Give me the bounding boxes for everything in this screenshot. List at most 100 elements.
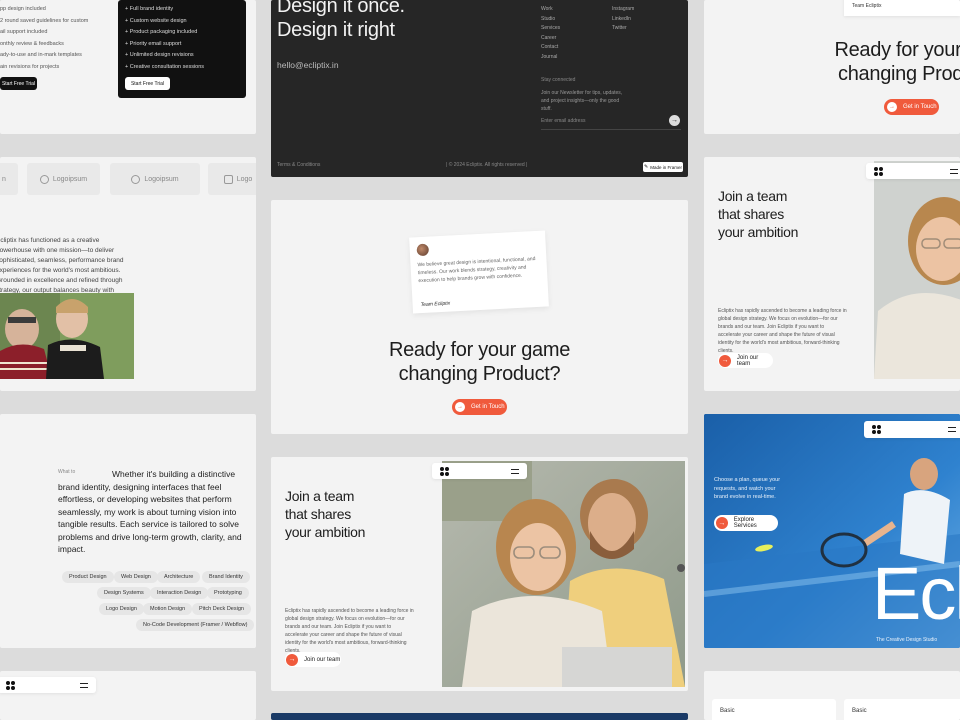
service-tag[interactable]: Prototyping [207,587,249,599]
feature-item: ain revisions for projects [0,63,60,70]
start-trial-button-basic[interactable]: Start Free Trial [0,77,37,90]
hero-card: Choose a plan, queue your requests, and … [704,414,960,648]
basic-plan-features: pp design included 2 round saved guideli… [0,4,88,73]
join-our-team-button[interactable]: → Join our team [718,353,773,368]
newsletter-text: Join our Newsletter for tips, updates, a… [541,90,623,112]
bottom-left-card [0,671,256,720]
footer-nav-link[interactable]: Contact [541,43,560,53]
feature-item: + Priority email support [125,40,182,47]
services-text: Whether it's building a distinctive bran… [58,469,242,554]
hero-big-title: Ecl [872,552,960,635]
site-navbar [866,163,960,179]
footer-social-link[interactable]: Twitter [612,24,634,34]
avatar [416,243,430,257]
join-team-card-center: Join a team that shares your ambition Ec… [271,457,688,691]
service-tag[interactable]: Interaction Design [150,587,209,599]
explore-services-button[interactable]: → Explore Services [714,515,778,531]
start-trial-button-pro[interactable]: Start Free Trial [125,77,170,90]
site-navbar [864,421,960,438]
feature-item: + Full brand identity [125,6,174,12]
footer-nav-link[interactable]: Services [541,24,560,34]
footer-nav-link[interactable]: Work [541,5,560,15]
services-card: What to Whether it's building a distinct… [0,414,256,648]
logo-icon[interactable] [872,425,881,434]
client-logo: Logo [208,163,256,195]
logoipsum-icon [39,174,49,184]
coworkers-photo [442,461,685,687]
newsletter-submit-button[interactable]: → [669,115,680,126]
bottom-pricing-card: Basic Basic [704,671,960,720]
footer-nav-link[interactable]: Journal [541,53,560,63]
join-team-headline: Join a team that shares your ambition [285,488,366,540]
get-in-touch-button[interactable]: → Get in Touch [452,399,507,415]
made-in-framer-badge[interactable]: ✎ Made in Framer [643,162,683,172]
testimonial-quote: We believe great design is intentional, … [417,256,536,285]
get-in-touch-button[interactable]: → Get in Touch [884,99,939,115]
team-signature: Team Ecliptix [852,3,882,9]
feature-item: + Custom website design [125,17,187,24]
arrow-right-icon: → [671,117,678,124]
cta-headline: Ready for your game changing Product? [388,339,571,385]
feature-item: onthly review & feedbacks [0,40,64,47]
hero-subtitle: The Creative Design Studio [876,637,938,643]
menu-icon[interactable] [511,468,519,474]
site-navbar [0,677,96,693]
service-tag[interactable]: No-Code Development (Framer / Webflow) [136,619,255,631]
woman-and-man-photo [442,461,685,687]
testimonial-signature: Team Ecliptix [420,300,451,309]
feature-item: ail support included [0,29,48,35]
join-team-body: Ecliptix has rapidly ascended to become … [718,308,847,354]
join-our-team-button[interactable]: → Join our team [285,652,341,667]
copyright-text: | © 2024 Ecliptix. All rights reserved | [446,162,528,168]
service-tag[interactable]: Motion Design [143,603,193,615]
service-tag[interactable]: Architecture [157,571,201,583]
two-men-photo [0,293,134,379]
client-logo: n [0,163,18,195]
woman-photo [874,161,960,379]
hero-text: Choose a plan, queue your requests, and … [714,477,781,500]
bottom-center-card [271,713,688,720]
service-tag[interactable]: Product Design [62,571,114,583]
footer-nav-link[interactable]: Studio [541,15,560,25]
service-tag[interactable]: Web Design [114,571,158,583]
menu-icon[interactable] [950,168,958,174]
menu-icon[interactable] [80,682,88,688]
team-note: Team Ecliptix [844,0,960,16]
logo-icon[interactable] [874,166,883,176]
framer-icon: ✎ [644,164,649,170]
logoipsum-icon [223,174,233,184]
footer-nav-link[interactable]: Career [541,34,560,44]
pro-plan-features: + Full brand identity + Custom website d… [125,4,204,73]
arrow-right-icon: → [286,653,298,666]
woman-with-glasses-photo [874,161,960,379]
service-tag[interactable]: Logo Design [99,603,144,615]
logo-icon[interactable] [6,680,15,690]
arrow-right-icon: → [887,102,897,112]
footer-nav-col-1: Work Studio Services Career Contact Jour… [541,5,560,62]
client-logo: Logoipsum [110,163,200,195]
pro-plan-panel: + Full brand identity + Custom website d… [118,0,246,98]
cta-headline: Ready for your g changing Produ [834,39,960,85]
service-tag[interactable]: Design Systems [97,587,151,599]
service-tag[interactable]: Brand Identity [202,571,250,583]
newsletter-email-input[interactable]: Enter email address [541,117,681,130]
feature-item: + Creative consultation sessions [125,63,205,70]
cursor-dot [677,564,685,572]
cta-card-top-right: Team Ecliptix Ready for your g changing … [704,0,960,134]
pricing-plan-card: Basic [844,699,960,720]
footer-social-link[interactable]: LinkedIn [612,15,634,25]
newsletter-label: Stay connected [541,77,576,83]
join-team-body: Ecliptix has rapidly ascended to become … [285,608,414,654]
menu-icon[interactable] [948,427,956,432]
logo-icon[interactable] [440,466,449,476]
footer-email-link[interactable]: hello@ecliptix.in [277,60,339,70]
client-logo: Logoipsum [27,163,100,195]
service-tag[interactable]: Pitch Deck Design [192,603,251,615]
arrow-right-icon: → [455,402,465,412]
cta-card-center: We believe great design is intentional, … [271,200,688,434]
feature-item: pp design included [0,6,46,12]
terms-link[interactable]: Terms & Conditions [277,161,320,169]
footer-social-link[interactable]: Instagram [612,5,634,15]
plan-name: Basic [720,708,735,714]
plan-name: Basic [852,708,867,714]
